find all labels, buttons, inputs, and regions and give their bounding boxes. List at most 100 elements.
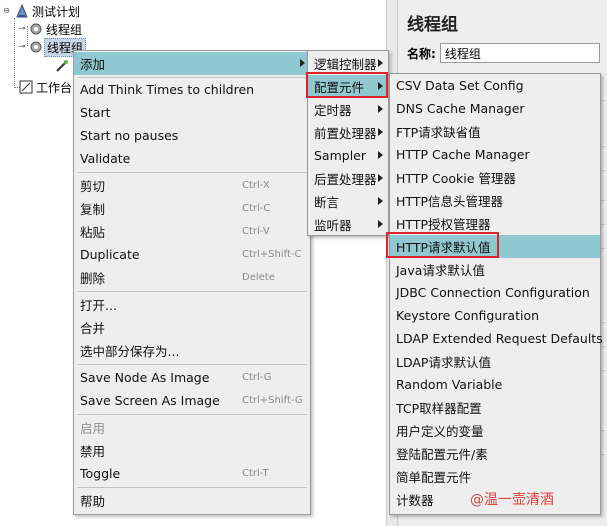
menu-item-help[interactable]: 帮助 (74, 489, 310, 512)
menu-item-open[interactable]: 打开... (74, 293, 310, 316)
menu-item-label: Validate (80, 151, 131, 166)
menu-item-random-variable[interactable]: Random Variable (390, 373, 600, 396)
submenu-arrow-icon (378, 59, 383, 67)
expand-icon[interactable]: ⊸ (18, 24, 28, 34)
menu-item-label: Add Think Times to children (80, 82, 255, 97)
menu-item-pre-processor[interactable]: 前置处理器 (308, 121, 388, 144)
menu-item-csv-data-set[interactable]: CSV Data Set Config (390, 74, 600, 97)
menu-item-jdbc-connection[interactable]: JDBC Connection Configuration (390, 281, 600, 304)
menu-item-save-selection[interactable]: 选中部分保存为... (74, 339, 310, 362)
menu-item-label: Save Screen As Image (80, 393, 220, 408)
menu-item-sampler[interactable]: Sampler (308, 144, 388, 167)
menu-item-ftp-defaults[interactable]: FTP请求缺省值 (390, 120, 600, 143)
shortcut-label: Ctrl-T (242, 468, 269, 479)
menu-item-start-no-pauses[interactable]: Start no pauses (74, 124, 310, 147)
menu-item-ldap-defaults[interactable]: LDAP请求默认值 (390, 350, 600, 373)
submenu-arrow-icon (378, 174, 383, 182)
menu-item-keystore[interactable]: Keystore Configuration (390, 304, 600, 327)
workbench-icon (19, 80, 33, 94)
menu-separator (77, 414, 307, 415)
menu-item-http-cookie[interactable]: HTTP Cookie 管理器 (390, 166, 600, 189)
tree-node-thread-group[interactable]: ⊸ 线程组 (18, 20, 84, 38)
menu-item-label: 删除 (80, 271, 106, 286)
menu-item-label: Sampler (314, 148, 367, 163)
menu-item-label: 剪切 (80, 179, 106, 194)
menu-item-label: 打开... (80, 298, 117, 313)
tree-node-child[interactable] (54, 57, 70, 75)
menu-item-label: 复制 (80, 202, 106, 217)
menu-item-dns-cache[interactable]: DNS Cache Manager (390, 97, 600, 120)
menu-item-label: Duplicate (80, 247, 140, 262)
test-plan-icon (16, 3, 28, 18)
shortcut-label: Ctrl-C (242, 203, 271, 214)
menu-item-tcp-sampler-config[interactable]: TCP取样器配置 (390, 396, 600, 419)
sampler-icon (56, 60, 68, 72)
menu-item-label: HTTP信息头管理器 (396, 194, 503, 209)
menu-item-label: CSV Data Set Config (396, 78, 524, 93)
menu-item-toggle[interactable]: Toggle Ctrl-T (74, 462, 310, 485)
menu-item-label: LDAP Extended Request Defaults (396, 331, 603, 346)
menu-item-paste[interactable]: 粘贴 Ctrl-V (74, 220, 310, 243)
menu-item-label: Keystore Configuration (396, 308, 540, 323)
menu-item-label: 禁用 (80, 444, 106, 459)
menu-item-user-defined-variables[interactable]: 用户定义的变量 (390, 419, 600, 442)
watermark-text: @温一壶清酒 (470, 492, 554, 508)
tree-node-label: 测试计划 (32, 4, 81, 19)
menu-item-add[interactable]: 添加 (74, 52, 310, 75)
collapse-icon[interactable]: ⊸ (18, 42, 28, 52)
menu-item-label: Start no pauses (80, 128, 179, 143)
menu-item-label: HTTP Cookie 管理器 (396, 171, 516, 186)
menu-item-save-node-image[interactable]: Save Node As Image Ctrl-G (74, 366, 310, 389)
context-menu: 添加 Add Think Times to children Start Sta… (73, 50, 311, 515)
tree-connector (14, 18, 15, 88)
menu-item-duplicate[interactable]: Duplicate Ctrl+Shift-C (74, 243, 310, 266)
menu-item-disable[interactable]: 禁用 (74, 439, 310, 462)
name-field[interactable] (439, 43, 600, 63)
shortcut-label: Ctrl-X (242, 180, 270, 191)
menu-item-enable: 启用 (74, 416, 310, 439)
menu-item-label: 简单配置元件 (396, 470, 472, 485)
tree-node-label: 工作台 (36, 80, 73, 95)
menu-item-listener[interactable]: 监听器 (308, 213, 388, 236)
menu-item-label: HTTP Cache Manager (396, 147, 530, 162)
menu-item-copy[interactable]: 复制 Ctrl-C (74, 197, 310, 220)
collapse-icon[interactable]: ⊖ (2, 6, 11, 16)
shortcut-label: Ctrl+Shift-C (242, 249, 302, 260)
menu-item-label: 选中部分保存为... (80, 344, 180, 359)
menu-item-label: 计数器 (396, 493, 434, 508)
menu-item-label: 后置处理器 (314, 172, 377, 187)
tree-node-test-plan[interactable]: ⊖ 测试计划 (2, 2, 82, 20)
menu-item-start[interactable]: Start (74, 101, 310, 124)
menu-item-label: Save Node As Image (80, 370, 210, 385)
menu-item-label: JDBC Connection Configuration (396, 285, 590, 300)
menu-item-label: 前置处理器 (314, 126, 377, 141)
menu-item-delete[interactable]: 删除 Delete (74, 266, 310, 289)
shortcut-label: Delete (242, 272, 275, 283)
menu-item-label: HTTP授权管理器 (396, 217, 491, 232)
menu-item-label: 帮助 (80, 494, 106, 509)
gear-icon (30, 41, 42, 53)
menu-item-ldap-extended[interactable]: LDAP Extended Request Defaults (390, 327, 603, 350)
menu-item-timer[interactable]: 定时器 (308, 98, 388, 121)
panel-title: 线程组 (407, 15, 458, 35)
menu-item-http-header[interactable]: HTTP信息头管理器 (390, 189, 600, 212)
tree-node-workbench[interactable]: 工作台 (18, 78, 74, 96)
menu-item-label: 合并 (80, 321, 106, 336)
annotation-highlight-box (306, 72, 388, 98)
menu-item-validate[interactable]: Validate (74, 147, 310, 170)
menu-item-java-defaults[interactable]: Java请求默认值 (390, 258, 600, 281)
menu-item-post-processor[interactable]: 后置处理器 (308, 167, 388, 190)
menu-item-http-cache[interactable]: HTTP Cache Manager (390, 143, 600, 166)
menu-item-cut[interactable]: 剪切 Ctrl-X (74, 174, 310, 197)
menu-item-merge[interactable]: 合并 (74, 316, 310, 339)
menu-item-label: 启用 (80, 421, 106, 436)
menu-item-label: 监听器 (314, 218, 352, 233)
menu-item-assertion[interactable]: 断言 (308, 190, 388, 213)
menu-item-label: 登陆配置元件/素 (396, 447, 488, 462)
menu-item-save-screen-image[interactable]: Save Screen As Image Ctrl+Shift-G (74, 389, 310, 412)
menu-item-label: Random Variable (396, 377, 503, 392)
menu-item-simple-config[interactable]: 简单配置元件 (390, 465, 600, 488)
menu-item-add-think-times[interactable]: Add Think Times to children (74, 78, 310, 101)
menu-separator (77, 291, 307, 292)
menu-item-login-config[interactable]: 登陆配置元件/素 (390, 442, 600, 465)
